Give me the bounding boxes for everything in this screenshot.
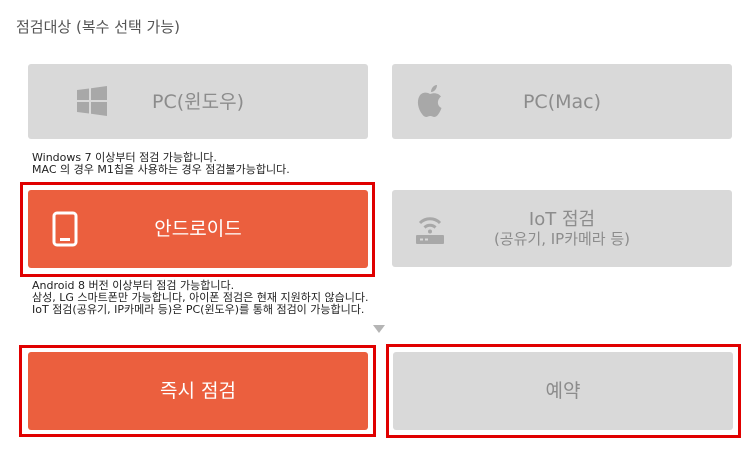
- pc-note-line: MAC 의 경우 M1칩을 사용하는 경우 점검불가능합니다.: [32, 163, 290, 176]
- android-label: 안드로이드: [154, 218, 242, 240]
- instant-scan-button[interactable]: 즉시 점검: [28, 352, 368, 430]
- instant-scan-label: 즉시 점검: [160, 380, 236, 402]
- pc-mac-label: PC(Mac): [522, 90, 602, 113]
- section-title: 점검대상 (복수 선택 가능): [16, 18, 181, 36]
- iot-subtitle: (공유기, IP카메라 등): [493, 229, 631, 248]
- mobile-note-line: IoT 점검(공유기, IP카메라 등)은 PC(윈도우)를 통해 점검이 가능…: [32, 303, 365, 316]
- mobile-note-line: 삼성, LG 스마트폰만 가능합니다, 아이폰 점검은 현재 지원하지 않습니다…: [32, 291, 369, 304]
- pc-windows-label: PC(윈도우): [152, 90, 244, 113]
- iot-title: IoT 점검: [528, 208, 596, 230]
- android-tile[interactable]: 안드로이드: [28, 190, 368, 268]
- pc-note-line: Windows 7 이상부터 점검 가능합니다.: [32, 151, 217, 164]
- iot-label: IoT 점검 (공유기, IP카메라 등): [392, 209, 732, 249]
- mobile-note-line: Android 8 버전 이상부터 점검 가능합니다.: [32, 279, 235, 292]
- schedule-button[interactable]: 예약: [393, 352, 733, 430]
- schedule-label: 예약: [545, 380, 581, 402]
- pc-mac-tile[interactable]: PC(Mac): [392, 64, 732, 139]
- pc-windows-tile[interactable]: PC(윈도우): [28, 64, 368, 139]
- iot-tile[interactable]: IoT 점검 (공유기, IP카메라 등): [392, 190, 732, 267]
- down-arrow-icon: [373, 325, 385, 333]
